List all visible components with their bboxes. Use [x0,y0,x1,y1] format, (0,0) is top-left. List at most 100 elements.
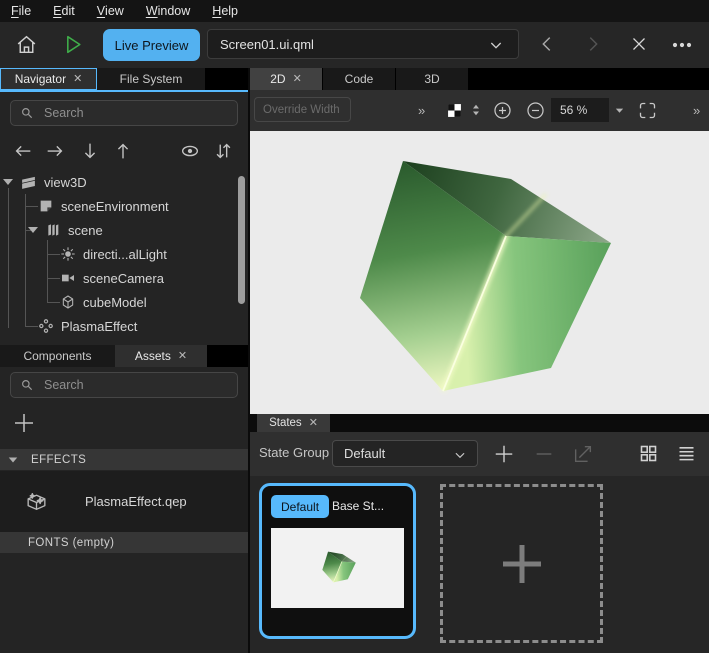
home-icon[interactable] [14,32,39,57]
tab-3d[interactable]: 3D [396,68,468,90]
state-default-pill[interactable]: Default [271,495,329,518]
add-asset-plus-icon[interactable] [12,411,36,435]
tab-assets[interactable]: Assets ✕ [115,345,207,367]
background-checker-icon[interactable] [447,103,462,118]
nav-forward-icon[interactable] [582,33,604,55]
overflow-chevrons-icon[interactable]: » [418,103,423,118]
add-state-card[interactable] [440,484,603,643]
tree-item-cube-model[interactable]: cubeModel [60,290,147,314]
run-play-icon[interactable] [60,32,85,57]
tab-navigator-label: Navigator [15,72,66,86]
tree-item-label: PlasmaEffect [61,319,137,334]
effects-section-header[interactable]: EFFECTS [0,449,248,470]
tab-code-label: Code [345,72,374,86]
more-options-icon[interactable] [670,33,694,57]
remove-state-icon[interactable] [533,443,555,465]
tab-states-label: States [269,417,302,429]
cube-render [250,131,709,414]
states-toolbar: State Group Default [250,432,709,476]
collapse-triangle-icon[interactable] [3,179,13,185]
move-up-icon[interactable] [112,140,134,162]
tree-item-scene-environment[interactable]: sceneEnvironment [38,194,169,218]
effect-file-icon [24,489,49,514]
close-tab-icon[interactable]: ✕ [73,74,82,85]
state-group-select[interactable]: Default [332,440,478,467]
close-tab-icon[interactable]: ✕ [178,351,187,362]
nav-back-icon[interactable] [536,33,558,55]
zoom-dropdown-icon[interactable] [614,105,625,116]
close-tab-icon[interactable]: ✕ [309,418,318,429]
live-preview-button[interactable]: Live Preview [103,29,200,61]
scene-environment-icon [38,198,54,214]
menu-edit[interactable]: Edit [42,0,86,22]
assets-search[interactable] [10,372,238,398]
search-icon [20,106,34,120]
navigator-tree: view3D sceneEnvironment scene directi...… [0,170,248,342]
tab-code[interactable]: Code [323,68,395,90]
fonts-section-header[interactable]: FONTS (empty) [0,532,276,553]
state-group-label: State Group [259,445,329,460]
fit-to-screen-icon[interactable] [637,100,658,121]
zoom-level-value[interactable]: 56 % [551,98,609,122]
assets-search-input[interactable] [42,377,216,393]
tree-item-label: sceneEnvironment [61,199,169,214]
add-state-icon[interactable] [493,443,515,465]
state-card-default[interactable]: Default Base St... [259,483,416,639]
2d-view-toolbar: » 56 % » [250,90,709,131]
overflow-chevrons-icon[interactable]: » [693,103,698,118]
override-width-input[interactable] [254,97,351,122]
close-document-icon[interactable] [628,33,650,55]
close-tab-icon[interactable]: ✕ [293,74,302,85]
tab-2d[interactable]: 2D ✕ [250,68,322,90]
left-dock: Navigator ✕ File System [0,68,248,653]
tree-item-label: sceneCamera [83,271,164,286]
tab-navigator[interactable]: Navigator ✕ [0,68,97,90]
tab-file-system-label: File System [120,72,183,86]
open-file-selector[interactable]: Screen01.ui.qml [207,29,519,59]
tab-file-system[interactable]: File System [97,68,205,90]
asset-item-label: PlasmaEffect.qep [85,494,187,509]
zoom-out-icon[interactable] [525,100,546,121]
sort-order-icon[interactable] [212,140,234,162]
move-down-icon[interactable] [79,140,101,162]
tree-guide-line [25,206,38,207]
2d-canvas[interactable] [250,131,709,414]
tree-item-scene-camera[interactable]: sceneCamera [60,266,164,290]
spinner-updown-icon[interactable] [467,101,485,119]
tree-item-scene[interactable]: scene [28,218,103,242]
chevron-down-icon [488,37,504,53]
plasma-effect-icon [38,318,54,334]
menu-window[interactable]: Window [135,0,201,22]
visibility-eye-icon[interactable] [179,140,201,162]
state-group-value: Default [344,446,385,461]
state-thumbnail [271,528,404,608]
zoom-in-icon[interactable] [492,100,513,121]
state-base-label[interactable]: Base St... [332,499,384,513]
tab-states[interactable]: States ✕ [257,414,330,432]
menu-view[interactable]: View [86,0,135,22]
directional-light-icon [60,246,76,262]
tree-scrollbar[interactable] [238,176,245,304]
section-collapse-icon[interactable] [9,457,18,462]
qt-design-studio-window: File Edit View Window Help Live Preview … [0,0,709,653]
tab-components[interactable]: Components [0,345,115,367]
effects-section-body: PlasmaEffect.qep [0,471,248,532]
grid-view-icon[interactable] [638,443,659,464]
menu-help[interactable]: Help [201,0,249,22]
navigator-search[interactable] [10,100,238,126]
tab-3d-label: 3D [424,72,439,86]
edit-state-icon[interactable] [572,443,594,465]
tree-guide-line [8,188,9,328]
tree-item-directional-light[interactable]: directi...alLight [60,242,167,266]
collapse-triangle-icon[interactable] [28,227,38,233]
asset-item-plasma-effect[interactable]: PlasmaEffect.qep [0,489,187,514]
tree-item-plasma-effect[interactable]: PlasmaEffect [38,314,137,338]
navigator-search-input[interactable] [42,105,216,121]
list-view-icon[interactable] [676,443,697,464]
tree-item-view3d[interactable]: view3D [3,170,87,194]
menu-file[interactable]: File [0,0,42,22]
effects-section-label: EFFECTS [31,454,86,466]
move-right-icon[interactable] [44,140,66,162]
move-left-icon[interactable] [12,140,34,162]
tree-guide-line [25,194,26,326]
